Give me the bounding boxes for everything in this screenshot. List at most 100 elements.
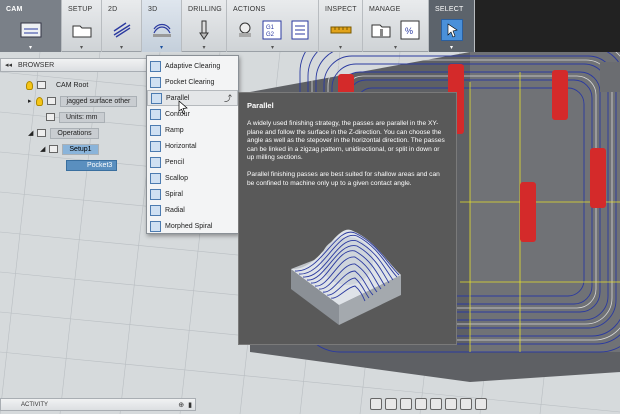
tree-row-operations[interactable]: ◢ Operations [28,127,99,139]
drilling-group[interactable]: DRILLING ▾ [182,0,227,52]
browser-panel-header[interactable]: ◂◂ BROWSER [0,58,147,72]
2d-toolpath-icon[interactable] [111,19,133,41]
actions-label: ACTIONS [233,6,266,13]
menu-item-contour[interactable]: Contour [147,106,238,122]
tree-label-operations: Operations [50,127,99,139]
workspace-switcher[interactable]: CAM ▾ [0,0,62,52]
units-icon [46,113,55,121]
menu-item-scallop[interactable]: Scallop [147,170,238,186]
menu-item-spiral[interactable]: Spiral [147,186,238,202]
toolbar-background [475,0,620,52]
tree-label-setup: Setup1 [62,143,99,155]
tree-row-doc[interactable]: ▸ jagged surface other [28,95,138,107]
visibility-bulb-icon[interactable] [35,96,43,106]
setup-label: SETUP [68,6,93,13]
pin-icon[interactable]: ⤴ [224,93,232,104]
pocket-clearing-icon [150,76,161,88]
setup-folder-icon[interactable] [71,19,93,41]
svg-text:%: % [405,26,413,36]
setup-icon [49,145,59,153]
menu-item-adaptive-clearing[interactable]: Adaptive Clearing [147,58,238,74]
tooltip-description: A widely used finishing strategy, the pa… [247,120,445,162]
menu-item-horizontal[interactable]: Horizontal [147,138,238,154]
tree-label-root: CAM Root [56,81,89,89]
display-settings-icon[interactable] [445,397,457,410]
expand-arrow-icon[interactable]: ◢ [28,129,33,137]
fit-icon[interactable] [430,397,442,410]
ribbon-toolbar: CAM ▾ SETUP ▾ 2D ▾ 3D ▾ DRILLING ▾ ACTIO… [0,0,475,52]
3d-group[interactable]: 3D ▾ [142,0,182,52]
activity-label: ACTIVITY [21,401,49,408]
tree-row-units[interactable]: Units: mm [46,111,105,123]
2d-group[interactable]: 2D ▾ [102,0,142,52]
menu-label: Spiral [165,190,183,198]
drilling-label: DRILLING [188,6,222,13]
menu-label: Pencil [165,158,185,166]
spiral-icon [150,188,161,200]
look-at-icon[interactable] [385,397,397,410]
scallop-icon [150,172,161,184]
collapse-arrow-icon[interactable]: ◂◂ [5,61,12,69]
menu-label: Scallop [165,174,188,182]
setup-group[interactable]: SETUP ▾ [62,0,102,52]
tree-label-units: Units: mm [59,111,105,123]
menu-item-radial[interactable]: Radial [147,202,238,218]
svg-text:G1: G1 [266,25,275,31]
post-library-icon[interactable]: % [399,19,421,41]
component-icon [46,97,56,105]
pan-icon[interactable] [400,397,412,410]
menu-item-ramp[interactable]: Ramp [147,122,238,138]
manage-label: MANAGE [369,6,401,13]
menu-label: Morphed Spiral [165,222,213,230]
svg-text:G2: G2 [266,32,275,38]
zoom-icon[interactable] [415,397,427,410]
parallel-toolpath-illustration [291,229,401,325]
actions-group[interactable]: ACTIONS G1 G2 ▾ [227,0,319,52]
menu-label: Radial [165,206,185,214]
ramp-icon [150,124,161,136]
grid-settings-icon[interactable] [460,397,472,410]
3d-toolpath-icon[interactable] [151,19,173,41]
manage-group[interactable]: MANAGE % ▾ [363,0,429,52]
pencil-icon [150,156,161,168]
menu-item-pocket-clearing[interactable]: Pocket Clearing [147,74,238,90]
drill-icon[interactable] [193,19,215,41]
simulate-icon[interactable] [234,19,256,41]
menu-label: Ramp [165,126,184,134]
add-icon[interactable]: ⊕ [178,401,184,409]
morphed-spiral-icon [150,220,161,232]
menu-item-morphed-spiral[interactable]: Morphed Spiral [147,218,238,234]
orbit-icon[interactable] [370,397,382,410]
3d-strategy-menu[interactable]: Adaptive Clearing Pocket Clearing Parall… [146,55,239,234]
viewports-icon[interactable] [475,397,487,410]
workspace-label: CAM [6,6,23,13]
inspect-group[interactable]: INSPECT ▾ [319,0,363,52]
select-group[interactable]: SELECT ▾ [429,0,475,52]
3d-label: 3D [148,6,158,13]
tooltip-title: Parallel [247,101,274,110]
menu-label: Horizontal [165,142,197,150]
cam-root-icon [37,81,46,89]
setup-sheet-icon[interactable] [289,19,311,41]
select-label: SELECT [435,6,464,13]
app-window: CAM ▾ SETUP ▾ 2D ▾ 3D ▾ DRILLING ▾ ACTIO… [0,0,620,414]
activity-bar[interactable]: ACTIVITY ⊕ ▮ [0,398,196,411]
tree-row-root[interactable]: CAM Root [16,79,88,91]
tool-library-icon[interactable] [370,19,392,41]
tree-row-pocket[interactable]: Pocket3 [66,159,118,171]
cam-workspace-icon [20,19,42,41]
contour-icon [150,108,161,120]
expand-arrow-icon[interactable]: ◢ [40,145,45,153]
post-process-g1g2-icon[interactable]: G1 G2 [261,19,283,41]
menu-item-parallel[interactable]: Parallel ⤴ [147,90,238,106]
measure-icon[interactable] [330,19,352,41]
menu-item-pencil[interactable]: Pencil [147,154,238,170]
inspect-label: INSPECT [325,6,357,13]
tree-label-doc: jagged surface other [59,95,138,107]
collapse-icon[interactable]: ▮ [188,401,192,409]
tree-row-setup[interactable]: ◢ Setup1 [40,143,99,155]
parallel-tooltip: Parallel A widely used finishing strateg… [238,92,457,345]
expand-arrow-icon[interactable]: ▸ [28,97,32,105]
visibility-bulb-icon[interactable] [26,80,33,90]
select-cursor-icon[interactable] [440,19,463,41]
